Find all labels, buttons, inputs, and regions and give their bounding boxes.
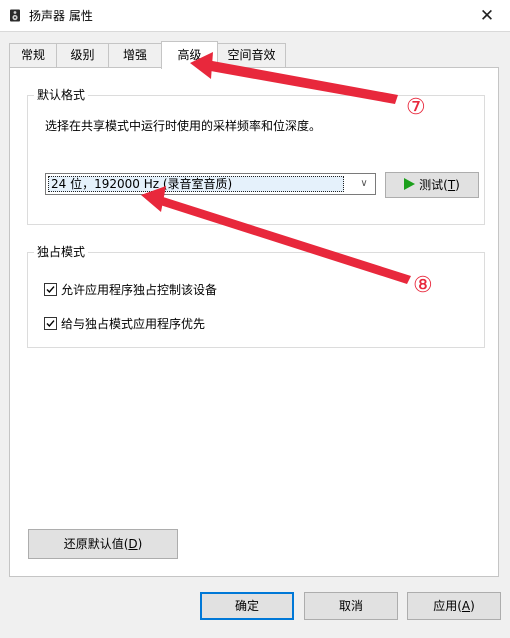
exclusive-priority-checkbox[interactable] (44, 317, 57, 330)
test-button[interactable]: 测试(T) (385, 172, 479, 198)
exclusive-priority-option[interactable]: 给与独占模式应用程序优先 (44, 315, 205, 332)
close-icon: ✕ (479, 5, 495, 26)
title-bar: 扬声器 属性 ✕ (0, 0, 510, 32)
window-title: 扬声器 属性 (29, 9, 93, 23)
chevron-down-icon: ∨ (360, 178, 368, 189)
ok-button[interactable]: 确定 (200, 592, 294, 620)
sample-rate-select[interactable]: 24 位，192000 Hz (录音室音质) ∨ (45, 173, 376, 195)
cancel-button[interactable]: 取消 (304, 592, 398, 620)
allow-exclusive-control-checkbox[interactable] (44, 283, 57, 296)
annotation-marker-7: ⑦ (406, 95, 426, 120)
sample-rate-value: 24 位，192000 Hz (录音室音质) (48, 176, 344, 192)
annotation-marker-8: ⑧ (413, 273, 433, 298)
tab-enhancements[interactable]: 增强 (108, 43, 162, 67)
checkmark-icon (46, 286, 55, 294)
speaker-icon (10, 9, 20, 22)
tab-spatial-sound[interactable]: 空间音效 (217, 43, 286, 67)
tab-general[interactable]: 常规 (9, 43, 57, 67)
default-format-title: 默认格式 (34, 87, 89, 103)
checkmark-icon (46, 320, 55, 328)
tab-levels[interactable]: 级别 (56, 43, 109, 67)
exclusive-priority-label: 给与独占模式应用程序优先 (61, 317, 206, 331)
close-button[interactable]: ✕ (464, 0, 510, 31)
play-icon (404, 178, 416, 190)
allow-exclusive-control-option[interactable]: 允许应用程序独占控制该设备 (44, 281, 217, 298)
allow-exclusive-control-label: 允许应用程序独占控制该设备 (61, 283, 218, 297)
advanced-panel: 默认格式 选择在共享模式中运行时使用的采样频率和位深度。 24 位，192000… (9, 67, 499, 577)
restore-defaults-button[interactable]: 还原默认值(D) (28, 529, 178, 559)
apply-button[interactable]: 应用(A) (407, 592, 501, 620)
tab-advanced[interactable]: 高级 (161, 41, 218, 69)
default-format-description: 选择在共享模式中运行时使用的采样频率和位深度。 (45, 119, 322, 133)
exclusive-mode-group: 独占模式 (27, 244, 485, 348)
exclusive-mode-title: 独占模式 (34, 244, 89, 260)
